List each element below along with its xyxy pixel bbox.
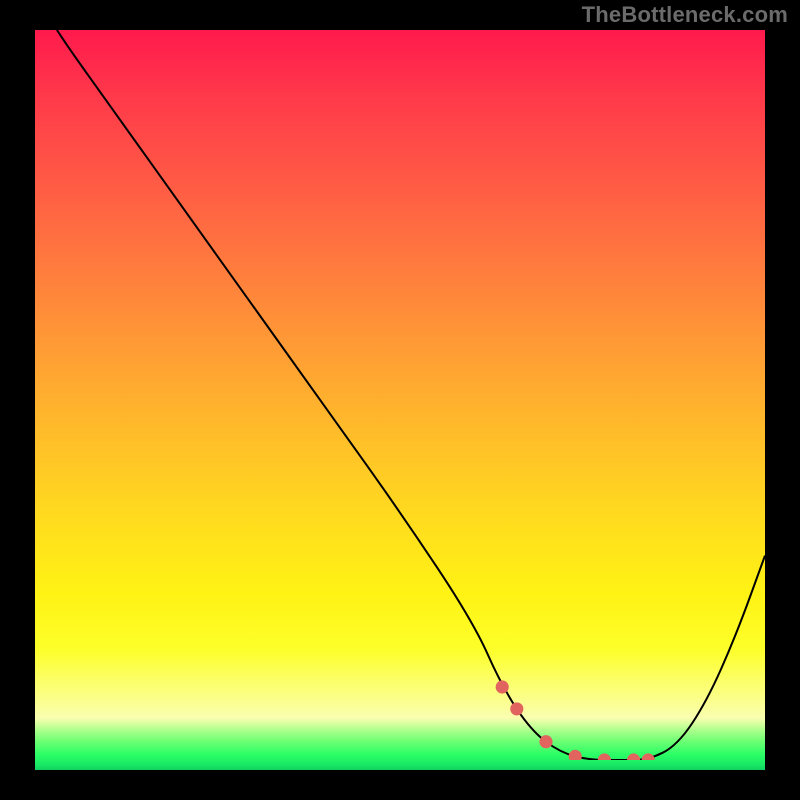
valley-marker bbox=[598, 753, 611, 760]
valley-marker bbox=[496, 680, 509, 693]
valley-marker bbox=[539, 735, 552, 748]
valley-marker bbox=[569, 750, 582, 760]
chart-root: TheBottleneck.com bbox=[0, 0, 800, 800]
valley-dots bbox=[496, 680, 655, 760]
valley-marker bbox=[627, 753, 640, 760]
attribution-text: TheBottleneck.com bbox=[582, 2, 788, 28]
valley-dots-svg bbox=[35, 30, 765, 760]
valley-marker bbox=[510, 702, 523, 715]
valley-marker bbox=[642, 753, 655, 760]
plot-area bbox=[35, 30, 765, 770]
